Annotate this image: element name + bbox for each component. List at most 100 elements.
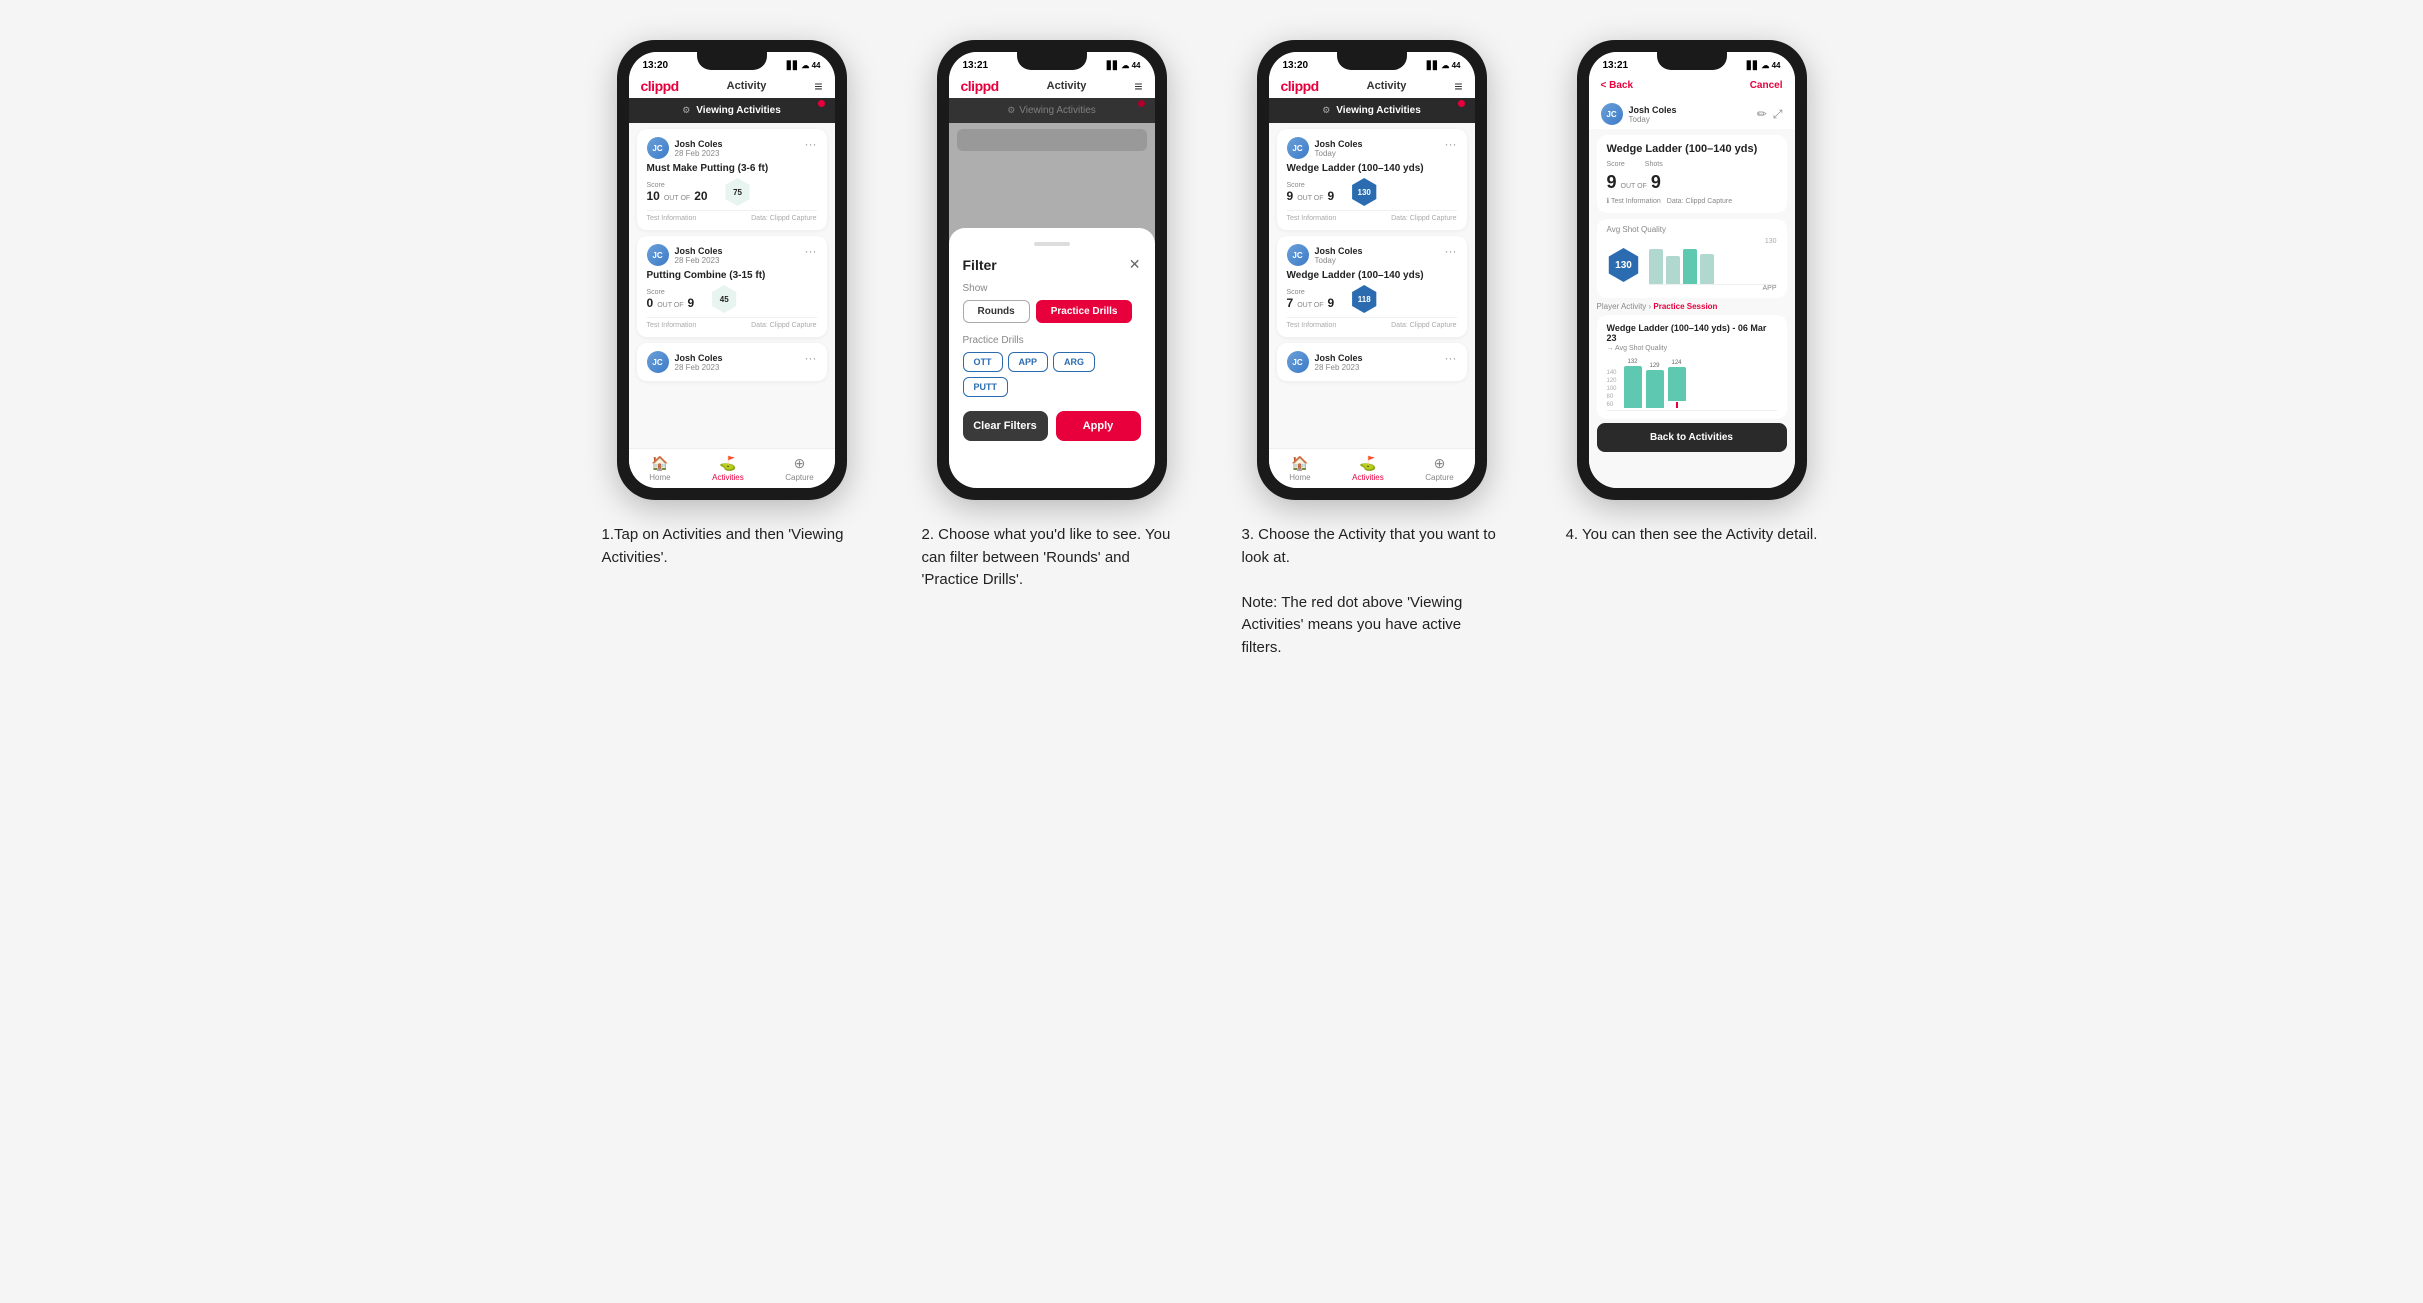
filter-pills: Rounds Practice Drills <box>963 300 1141 323</box>
user-name-3-2: Josh Coles <box>1315 353 1363 363</box>
mini-bar-3 <box>1683 249 1697 284</box>
banner-text-1: Viewing Activities <box>696 105 780 116</box>
clear-filters-button[interactable]: Clear Filters <box>963 411 1048 441</box>
card-header-1-1: JC Josh Coles 28 Feb 2023 ··· <box>647 244 817 266</box>
stat-score-3-0: Score 9 OUT OF 9 <box>1287 182 1335 203</box>
card-dots-3-2[interactable]: ··· <box>1445 351 1457 365</box>
caption-1: 1.Tap on Activities and then 'Viewing Ac… <box>602 524 862 569</box>
quality-label-4: Avg Shot Quality <box>1607 225 1777 234</box>
card-dots-1-0[interactable]: ··· <box>805 137 817 151</box>
nav-menu-1[interactable]: ≡ <box>814 78 822 94</box>
bottom-capture-1[interactable]: ⊕ Capture <box>785 455 813 482</box>
home-label-1: Home <box>649 473 670 482</box>
chart-bar-2 <box>1646 370 1664 408</box>
shots-val-3-0: 9 <box>1328 189 1335 203</box>
expand-icon-4[interactable]: ⤢ <box>1773 107 1783 122</box>
edit-icon-4[interactable]: ✏ <box>1757 107 1767 122</box>
mini-bar-1 <box>1649 249 1663 284</box>
footer-left-1-0: Test Information <box>647 215 697 222</box>
footer-left-3-0: Test Information <box>1287 215 1337 222</box>
avatar-1-1: JC <box>647 244 669 266</box>
nav-menu-2[interactable]: ≡ <box>1134 78 1142 94</box>
bottom-capture-3[interactable]: ⊕ Capture <box>1425 455 1453 482</box>
card-header-1-2: JC Josh Coles 28 Feb 2023 ··· <box>647 351 817 373</box>
phone-inner-2: 13:21 ▋▋ ☁ 44 clippd Activity ≡ ⚙ Viewin… <box>949 52 1155 488</box>
activities-icon-1: ⛳ <box>719 455 736 472</box>
status-icons-2: ▋▋ ☁ 44 <box>1107 61 1141 70</box>
activities-label-3: Activities <box>1352 473 1384 482</box>
footer-right-1-0: Data: Clippd Capture <box>751 215 816 222</box>
user-name-3-0: Josh Coles <box>1315 139 1363 149</box>
red-dot-1 <box>818 100 825 107</box>
card-dots-3-0[interactable]: ··· <box>1445 137 1457 151</box>
activity-banner-1[interactable]: ⚙ Viewing Activities <box>629 98 835 123</box>
detail-user-row-4: JC Josh Coles Today ✏ ⤢ <box>1589 97 1795 129</box>
drill-pills: OTT APP ARG PUTT <box>963 352 1141 397</box>
phone-4: 13:21 ▋▋ ☁ 44 < Back Cancel JC Josh Cole… <box>1577 40 1807 500</box>
score-out-3-1: OUT OF <box>1297 302 1323 309</box>
card-header-1-0: JC Josh Coles 28 Feb 2023 ··· <box>647 137 817 159</box>
drill-putt[interactable]: PUTT <box>963 377 1009 397</box>
drill-ott[interactable]: OTT <box>963 352 1003 372</box>
bottom-home-3[interactable]: 🏠 Home <box>1289 455 1310 482</box>
card-footer-1-0: Test Information Data: Clippd Capture <box>647 210 817 222</box>
card-title-1-1: Putting Combine (3-15 ft) <box>647 270 817 281</box>
phone-column-1: 13:20 ▋▋ ☁ 44 clippd Activity ≡ ⚙ Viewin… <box>592 40 872 569</box>
filter-sheet: Filter ✕ Show Rounds Practice Drills Pra… <box>949 228 1155 488</box>
status-time-2: 13:21 <box>963 60 989 71</box>
caption-4: 4. You can then see the Activity detail. <box>1566 524 1818 547</box>
status-time-3: 13:20 <box>1283 60 1309 71</box>
footer-right-1-1: Data: Clippd Capture <box>751 322 816 329</box>
chart-title-4: Wedge Ladder (100–140 yds) - 06 Mar 23 <box>1607 323 1777 343</box>
status-icons-4: ▋▋ ☁ 44 <box>1747 61 1781 70</box>
user-date-1-0: 28 Feb 2023 <box>675 149 723 158</box>
phone-inner-4: 13:21 ▋▋ ☁ 44 < Back Cancel JC Josh Cole… <box>1589 52 1795 488</box>
bottom-home-1[interactable]: 🏠 Home <box>649 455 670 482</box>
apply-button[interactable]: Apply <box>1056 411 1141 441</box>
status-icons-1: ▋▋ ☁ 44 <box>787 61 821 70</box>
activity-card-1-1[interactable]: JC Josh Coles 28 Feb 2023 ··· Putting Co… <box>637 236 827 337</box>
status-time-4: 13:21 <box>1603 60 1629 71</box>
chart-bar-3 <box>1668 367 1686 401</box>
phone-notch-1 <box>697 52 767 70</box>
mini-bar-4 <box>1700 254 1714 284</box>
nav-menu-3[interactable]: ≡ <box>1454 78 1462 94</box>
card-dots-1-1[interactable]: ··· <box>805 244 817 258</box>
quality-section-4: Avg Shot Quality 130 130 <box>1597 219 1787 298</box>
cancel-button-4[interactable]: Cancel <box>1750 80 1783 91</box>
activity-card-3-2[interactable]: JC Josh Coles 28 Feb 2023 ··· <box>1277 343 1467 381</box>
back-activities-button-4[interactable]: Back to Activities <box>1597 423 1787 452</box>
bottom-activities-3[interactable]: ⛳ Activities <box>1352 455 1384 482</box>
detail-main-card-4: Wedge Ladder (100–140 yds) Score Shots 9… <box>1597 135 1787 213</box>
logo-1: clippd <box>641 78 679 94</box>
user-date-1-2: 28 Feb 2023 <box>675 363 723 372</box>
activity-banner-3[interactable]: ⚙ Viewing Activities <box>1269 98 1475 123</box>
activity-card-1-2[interactable]: JC Josh Coles 28 Feb 2023 ··· <box>637 343 827 381</box>
practice-link-4[interactable]: Practice Session <box>1653 302 1717 311</box>
shots-header-4: Shots <box>1645 161 1663 168</box>
back-button-4[interactable]: < Back <box>1601 80 1634 91</box>
activities-label-1: Activities <box>712 473 744 482</box>
status-time-1: 13:20 <box>643 60 669 71</box>
pill-practice-drills[interactable]: Practice Drills <box>1036 300 1133 323</box>
nav-title-2: Activity <box>1047 80 1087 92</box>
activity-card-3-0[interactable]: JC Josh Coles Today ··· Wedge Ladder (10… <box>1277 129 1467 230</box>
activity-card-1-0[interactable]: JC Josh Coles 28 Feb 2023 ··· Must Make … <box>637 129 827 230</box>
card-stats-3-0: Score 9 OUT OF 9 130 <box>1287 178 1457 206</box>
phone-notch-2 <box>1017 52 1087 70</box>
close-button[interactable]: ✕ <box>1129 256 1141 273</box>
bottom-nav-1: 🏠 Home ⛳ Activities ⊕ Capture <box>629 448 835 488</box>
drill-app[interactable]: APP <box>1008 352 1049 372</box>
card-user-3-2: JC Josh Coles 28 Feb 2023 <box>1287 351 1363 373</box>
activity-card-3-1[interactable]: JC Josh Coles Today ··· Wedge Ladder (10… <box>1277 236 1467 337</box>
user-date-3-0: Today <box>1315 149 1363 158</box>
card-dots-1-2[interactable]: ··· <box>805 351 817 365</box>
bottom-activities-1[interactable]: ⛳ Activities <box>712 455 744 482</box>
detail-outof-4: OUT OF <box>1621 183 1647 190</box>
drill-arg[interactable]: ARG <box>1053 352 1095 372</box>
caption-text-2: 2. Choose what you'd like to see. You ca… <box>922 526 1171 588</box>
stat-score-1-0: Score 10 OUT OF 20 <box>647 182 708 203</box>
nav-title-1: Activity <box>727 80 767 92</box>
pill-rounds[interactable]: Rounds <box>963 300 1030 323</box>
card-dots-3-1[interactable]: ··· <box>1445 244 1457 258</box>
